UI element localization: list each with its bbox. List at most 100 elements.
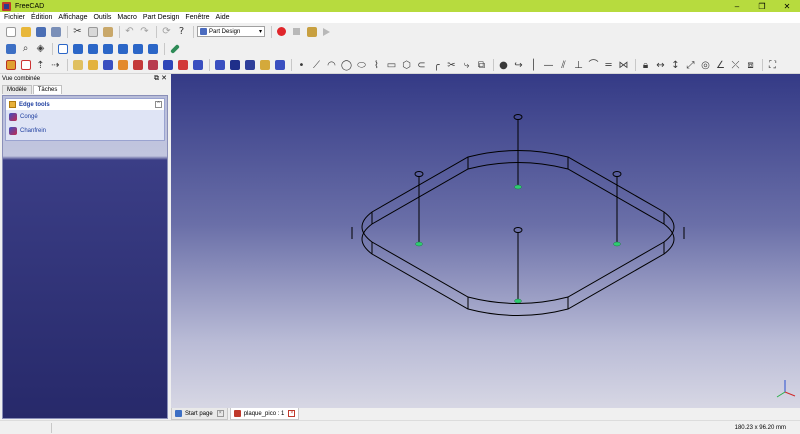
constrain-parallel-button[interactable]: ⫽ xyxy=(557,59,570,72)
constrain-lock-button[interactable]: 🔒︎ xyxy=(639,59,652,72)
redo-button[interactable]: ↷ xyxy=(138,25,151,38)
undo-button[interactable]: ↶ xyxy=(123,25,136,38)
tab-modele[interactable]: Modèle xyxy=(2,85,32,94)
sketch-slot-button[interactable]: ⊂ xyxy=(415,59,428,72)
task-item-conge[interactable]: Congé xyxy=(6,110,164,124)
constrain-snell-button[interactable]: ⤫ xyxy=(729,59,742,72)
close-icon[interactable]: × xyxy=(288,410,296,417)
sketch-fillet-button[interactable]: ╭ xyxy=(430,59,443,72)
cut-button[interactable]: ✂ xyxy=(71,25,84,38)
menu-fenetre[interactable]: Fenêtre xyxy=(182,12,212,23)
toggle-driving-button[interactable]: ⧈ xyxy=(744,59,757,72)
menu-edition[interactable]: Édition xyxy=(28,12,55,23)
groove-button[interactable] xyxy=(131,59,144,72)
constrain-perpendicular-button[interactable]: ⊥ xyxy=(572,59,585,72)
3d-viewport[interactable] xyxy=(171,74,800,408)
draft-button[interactable] xyxy=(258,59,271,72)
save-as-button[interactable] xyxy=(49,25,62,38)
datum-point-button[interactable] xyxy=(71,59,84,72)
select-constraints-button[interactable]: ⛶ xyxy=(766,59,779,72)
sketch-circle-button[interactable]: ◯ xyxy=(340,59,353,72)
constrain-distance-button[interactable]: ⤢ xyxy=(684,59,697,72)
revolution-button[interactable] xyxy=(116,59,129,72)
menu-fichier[interactable]: Fichier xyxy=(0,12,28,23)
create-body-button[interactable] xyxy=(4,59,17,72)
menu-outils[interactable]: Outils xyxy=(90,12,114,23)
view-rear-button[interactable] xyxy=(116,42,129,55)
thickness-button[interactable] xyxy=(273,59,286,72)
workbench-selector[interactable]: Part Design ▾ xyxy=(197,26,265,37)
menu-macro[interactable]: Macro xyxy=(114,12,139,23)
constrain-distance-y-button[interactable]: ↕ xyxy=(669,59,682,72)
sketch-trim-button[interactable]: ✂ xyxy=(445,59,458,72)
minimize-button[interactable]: – xyxy=(725,0,749,12)
view-bottom-button[interactable] xyxy=(131,42,144,55)
constrain-point-on-object-button[interactable]: ↪ xyxy=(512,59,525,72)
validate-sketch-button[interactable]: ⇡ xyxy=(34,59,47,72)
fit-selection-button[interactable]: ⌕ xyxy=(19,42,32,55)
loft-button[interactable] xyxy=(146,59,159,72)
edge-tools-header[interactable]: Edge tools ⌃ xyxy=(6,99,164,110)
pocket-button[interactable] xyxy=(101,59,114,72)
close-icon[interactable]: × xyxy=(216,410,224,417)
menu-affichage[interactable]: Affichage xyxy=(55,12,90,23)
sketch-rectangle-button[interactable]: ▭ xyxy=(385,59,398,72)
chamfer-button[interactable] xyxy=(243,59,256,72)
open-file-button[interactable] xyxy=(19,25,32,38)
menu-part-design[interactable]: Part Design xyxy=(140,12,183,23)
view-isometric-button[interactable] xyxy=(56,42,69,55)
whats-this-button[interactable]: ? xyxy=(175,25,188,38)
sketch-external-button[interactable]: ⤷ xyxy=(460,59,473,72)
tab-taches[interactable]: Tâches xyxy=(32,85,63,94)
constrain-horizontal-button[interactable]: — xyxy=(542,59,555,72)
hole-button[interactable] xyxy=(213,59,226,72)
refresh-button[interactable]: ⟳ xyxy=(160,25,173,38)
measure-button[interactable] xyxy=(168,42,181,55)
macro-stop-button[interactable] xyxy=(290,25,303,38)
sketch-polygon-button[interactable]: ⬡ xyxy=(400,59,413,72)
sketch-polyline-button[interactable]: ⌇ xyxy=(370,59,383,72)
view-right-button[interactable] xyxy=(101,42,114,55)
new-file-button[interactable] xyxy=(4,25,17,38)
fillet-button[interactable] xyxy=(228,59,241,72)
sketch-conic-button[interactable]: ⬭ xyxy=(355,59,368,72)
tab-plaque-pico[interactable]: plaque_pico : 1 × xyxy=(229,408,300,420)
save-button[interactable] xyxy=(34,25,47,38)
pad-button[interactable] xyxy=(86,59,99,72)
close-panel-icon[interactable]: ✕ xyxy=(161,74,167,84)
pipe-button[interactable] xyxy=(161,59,174,72)
sketch-arc-button[interactable]: ◠ xyxy=(325,59,338,72)
constrain-symmetric-button[interactable]: ⋈ xyxy=(617,59,630,72)
map-sketch-button[interactable]: ⇢ xyxy=(49,59,62,72)
constrain-vertical-button[interactable]: │ xyxy=(527,59,540,72)
collapse-icon[interactable]: ⌃ xyxy=(155,101,162,108)
draw-style-button[interactable]: ◈ xyxy=(34,42,47,55)
sketch-clone-button[interactable]: ⧉ xyxy=(475,59,488,72)
macro-edit-button[interactable] xyxy=(305,25,318,38)
sketch-point-button[interactable]: • xyxy=(295,59,308,72)
sketch-line-button[interactable]: ⟋ xyxy=(310,59,323,72)
paste-button[interactable] xyxy=(101,25,114,38)
constrain-equal-button[interactable]: ═ xyxy=(602,59,615,72)
maximize-button[interactable]: ❐ xyxy=(750,0,774,12)
float-panel-icon[interactable]: ⧉ xyxy=(154,74,159,84)
constrain-tangent-button[interactable]: ⌒ xyxy=(587,59,600,72)
copy-button[interactable] xyxy=(86,25,99,38)
constrain-angle-button[interactable]: ∠ xyxy=(714,59,727,72)
view-top-button[interactable] xyxy=(86,42,99,55)
menu-aide[interactable]: Aide xyxy=(213,12,233,23)
create-sketch-button[interactable] xyxy=(19,59,32,72)
additive-primitive-button[interactable] xyxy=(176,59,189,72)
constrain-distance-x-button[interactable]: ↔ xyxy=(654,59,667,72)
model-render[interactable] xyxy=(171,74,800,408)
constrain-coincident-button[interactable]: ● xyxy=(497,59,510,72)
constrain-radius-button[interactable]: ◎ xyxy=(699,59,712,72)
task-item-chanfrein[interactable]: Chanfrein xyxy=(6,124,164,138)
macro-run-button[interactable] xyxy=(320,25,333,38)
tab-start-page[interactable]: Start page × xyxy=(171,408,228,420)
macro-record-button[interactable] xyxy=(275,25,288,38)
close-window-button[interactable]: ✕ xyxy=(775,0,799,12)
fit-all-button[interactable] xyxy=(4,42,17,55)
view-left-button[interactable] xyxy=(146,42,159,55)
view-front-button[interactable] xyxy=(71,42,84,55)
